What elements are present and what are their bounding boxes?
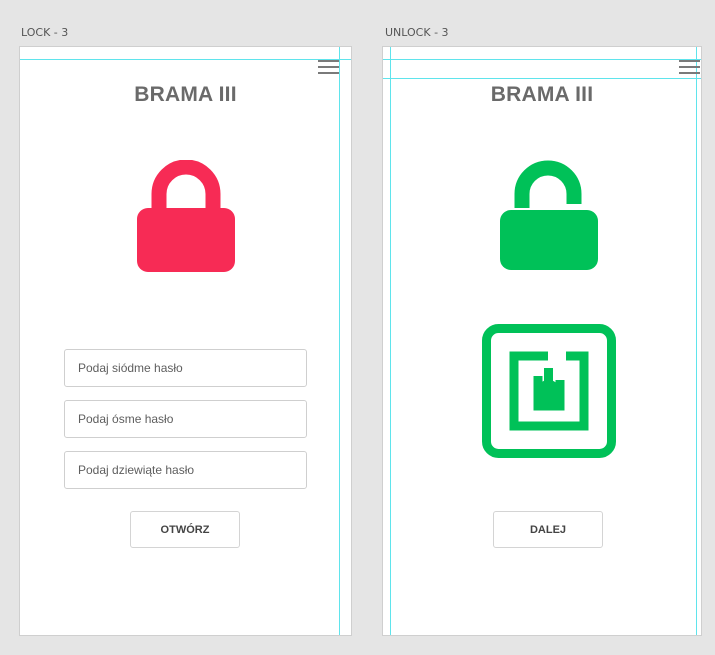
lock-artboard: BRAMA III OTWÓRZ (19, 46, 352, 636)
nfc-icon (482, 324, 616, 458)
password-field-7[interactable] (64, 349, 307, 387)
artboard-label-unlock: UNLOCK - 3 (385, 26, 449, 39)
layout-guide (390, 47, 391, 635)
page-title: BRAMA III (490, 83, 594, 106)
hamburger-menu-icon[interactable] (318, 60, 339, 74)
unlock-artboard: BRAMA III DALEJ (382, 46, 702, 636)
open-button[interactable]: OTWÓRZ (130, 511, 240, 548)
page-title: BRAMA III (134, 83, 237, 106)
layout-guide (339, 47, 340, 635)
layout-guide (20, 59, 351, 60)
artboard-label-lock: LOCK - 3 (21, 26, 69, 39)
padlock-open-icon (500, 160, 598, 270)
padlock-closed-icon (137, 160, 235, 272)
next-button[interactable]: DALEJ (493, 511, 603, 548)
password-field-8[interactable] (64, 400, 307, 438)
hamburger-menu-icon[interactable] (679, 60, 700, 74)
layout-guide (383, 59, 701, 60)
password-field-9[interactable] (64, 451, 307, 489)
layout-guide (383, 78, 701, 79)
layout-guide (696, 47, 697, 635)
